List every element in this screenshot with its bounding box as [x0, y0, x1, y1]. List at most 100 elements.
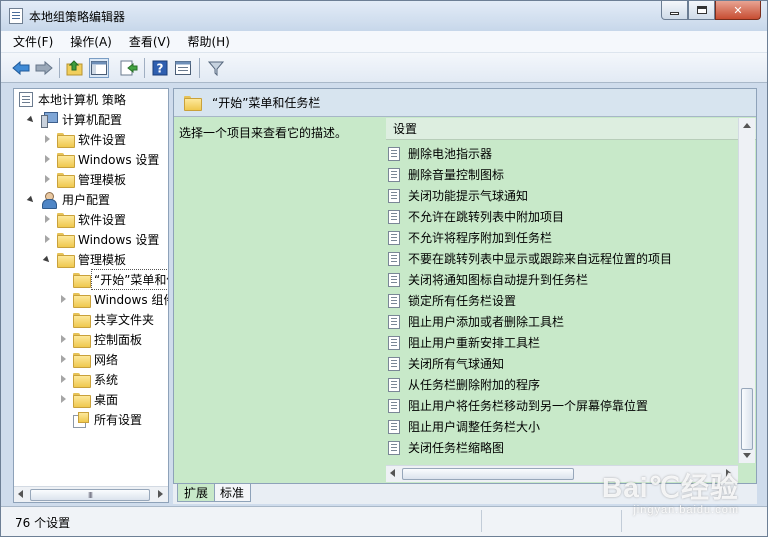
setting-label: 不要在跳转列表中显示或跟踪来自远程位置的项目: [408, 252, 673, 266]
folder-icon: [73, 352, 91, 368]
settings-list-item[interactable]: 阻止用户调整任务栏大小: [388, 416, 748, 437]
tree-item[interactable]: 控制面板: [59, 329, 168, 349]
settings-list-item[interactable]: 不要在跳转列表中显示或跟踪来自远程位置的项目: [388, 248, 748, 269]
settings-list-item[interactable]: 关闭任务栏缩略图: [388, 437, 748, 458]
minimize-icon: [670, 11, 679, 15]
collapsed-arrow-icon[interactable]: [59, 369, 69, 389]
scroll-left-icon[interactable]: [18, 490, 23, 498]
pane-header: “开始”菜单和任务栏: [174, 89, 756, 117]
setting-icon: [388, 209, 400, 224]
menu-bar: 文件(F) 操作(A) 查看(V) 帮助(H): [1, 31, 767, 53]
tree-item[interactable]: 所有设置: [69, 409, 168, 429]
tree-item[interactable]: Windows 组件: [59, 289, 168, 309]
tab-extended[interactable]: 扩展: [177, 484, 216, 502]
scroll-left-icon[interactable]: [390, 469, 395, 477]
collapsed-arrow-icon[interactable]: [43, 129, 53, 149]
back-button[interactable]: [11, 58, 31, 78]
scroll-down-icon[interactable]: [743, 453, 751, 458]
setting-icon: [388, 356, 400, 371]
tree-item[interactable]: 软件设置: [43, 209, 168, 229]
expanded-arrow-icon[interactable]: [27, 109, 37, 129]
minimize-button[interactable]: [661, 1, 688, 20]
expanded-arrow-icon[interactable]: [43, 249, 53, 269]
settings-horizontal-scrollbar[interactable]: [386, 465, 738, 482]
setting-icon: [388, 314, 400, 329]
tree-item[interactable]: 管理模板: [43, 169, 168, 189]
up-folder-button[interactable]: [65, 58, 85, 78]
pane-title: “开始”菜单和任务栏: [212, 96, 321, 110]
menu-help[interactable]: 帮助(H): [187, 33, 229, 50]
filter-button[interactable]: [206, 58, 226, 78]
toolbar: ?: [1, 53, 767, 83]
show-hide-tree-button[interactable]: [89, 58, 109, 78]
setting-label: 关闭所有气球通知: [408, 357, 505, 371]
scrollbar-thumb[interactable]: [741, 388, 753, 450]
tree-computer-config[interactable]: 计算机配置: [27, 109, 168, 129]
window-title: 本地组策略编辑器: [29, 10, 126, 24]
collapsed-arrow-icon[interactable]: [43, 209, 53, 229]
settings-list-item[interactable]: 不允许将程序附加到任务栏: [388, 227, 748, 248]
expanded-arrow-icon[interactable]: [27, 189, 37, 209]
settings-list-item[interactable]: 阻止用户重新安排工具栏: [388, 332, 748, 353]
setting-label: 阻止用户将任务栏移动到另一个屏幕停靠位置: [408, 399, 649, 413]
settings-list-item[interactable]: 删除音量控制图标: [388, 164, 748, 185]
tree-item-admin-templates[interactable]: 管理模板: [43, 249, 168, 269]
tree-item-start-menu[interactable]: “开始”菜单和任务栏: [69, 268, 168, 290]
filter-icon: [208, 61, 224, 76]
scroll-right-icon[interactable]: [726, 469, 731, 477]
menu-action[interactable]: 操作(A): [70, 33, 112, 50]
forward-button[interactable]: [34, 58, 54, 78]
settings-list-item[interactable]: 关闭所有气球通知: [388, 353, 748, 374]
setting-label: 锁定所有任务栏设置: [408, 294, 517, 308]
settings-list-item[interactable]: 阻止用户将任务栏移动到另一个屏幕停靠位置: [388, 395, 748, 416]
collapsed-arrow-icon[interactable]: [59, 289, 69, 309]
tree-item[interactable]: Windows 设置: [43, 149, 168, 169]
tree-item[interactable]: 网络: [59, 349, 168, 369]
collapsed-arrow-icon[interactable]: [43, 229, 53, 249]
menu-file[interactable]: 文件(F): [13, 33, 53, 50]
settings-list-item[interactable]: 不允许在跳转列表中附加项目: [388, 206, 748, 227]
scrollbar-thumb[interactable]: [402, 468, 574, 480]
column-header-settings[interactable]: 设置: [386, 118, 756, 140]
scroll-right-icon[interactable]: [158, 490, 163, 498]
help-icon: ?: [152, 60, 168, 76]
tree-root[interactable]: 本地计算机 策略: [16, 89, 168, 109]
help-button[interactable]: ?: [150, 58, 170, 78]
settings-list-item[interactable]: 删除电池指示器: [388, 143, 748, 164]
tree-item[interactable]: 系统: [59, 369, 168, 389]
maximize-button[interactable]: [688, 1, 715, 20]
collapsed-arrow-icon[interactable]: [43, 169, 53, 189]
properties-button[interactable]: [173, 58, 193, 78]
menu-view[interactable]: 查看(V): [129, 33, 171, 50]
tab-standard[interactable]: 标准: [213, 484, 252, 502]
scroll-up-icon[interactable]: [743, 123, 751, 128]
close-button[interactable]: ✕: [715, 1, 761, 20]
collapsed-arrow-icon[interactable]: [59, 389, 69, 409]
tree-user-config[interactable]: 用户配置: [27, 189, 168, 209]
setting-icon: [388, 419, 400, 434]
maximize-icon: [696, 6, 707, 14]
folder-icon: [73, 372, 91, 388]
title-bar[interactable]: 本地组策略编辑器 ✕: [1, 1, 767, 31]
tree-item[interactable]: 共享文件夹: [69, 309, 168, 329]
setting-label: 不允许在跳转列表中附加项目: [408, 210, 565, 224]
collapsed-arrow-icon[interactable]: [59, 329, 69, 349]
setting-icon: [388, 335, 400, 350]
settings-list-item[interactable]: 锁定所有任务栏设置: [388, 290, 748, 311]
settings-vertical-scrollbar[interactable]: [738, 118, 755, 463]
settings-list-item[interactable]: 阻止用户添加或者删除工具栏: [388, 311, 748, 332]
export-list-button[interactable]: [119, 58, 139, 78]
settings-list-item[interactable]: 从任务栏删除附加的程序: [388, 374, 748, 395]
settings-list-item[interactable]: 关闭将通知图标自动提升到任务栏: [388, 269, 748, 290]
collapsed-arrow-icon[interactable]: [59, 349, 69, 369]
folder-icon: [184, 96, 202, 111]
collapsed-arrow-icon[interactable]: [43, 149, 53, 169]
folder-icon: [57, 172, 75, 188]
tree-horizontal-scrollbar[interactable]: III: [14, 486, 168, 502]
status-bar: 76 个设置: [1, 506, 767, 536]
tree-item[interactable]: 桌面: [59, 389, 168, 409]
tree-item[interactable]: 软件设置: [43, 129, 168, 149]
settings-list-item[interactable]: 关闭功能提示气球通知: [388, 185, 748, 206]
scrollbar-thumb[interactable]: III: [30, 489, 150, 501]
tree-item[interactable]: Windows 设置: [43, 229, 168, 249]
